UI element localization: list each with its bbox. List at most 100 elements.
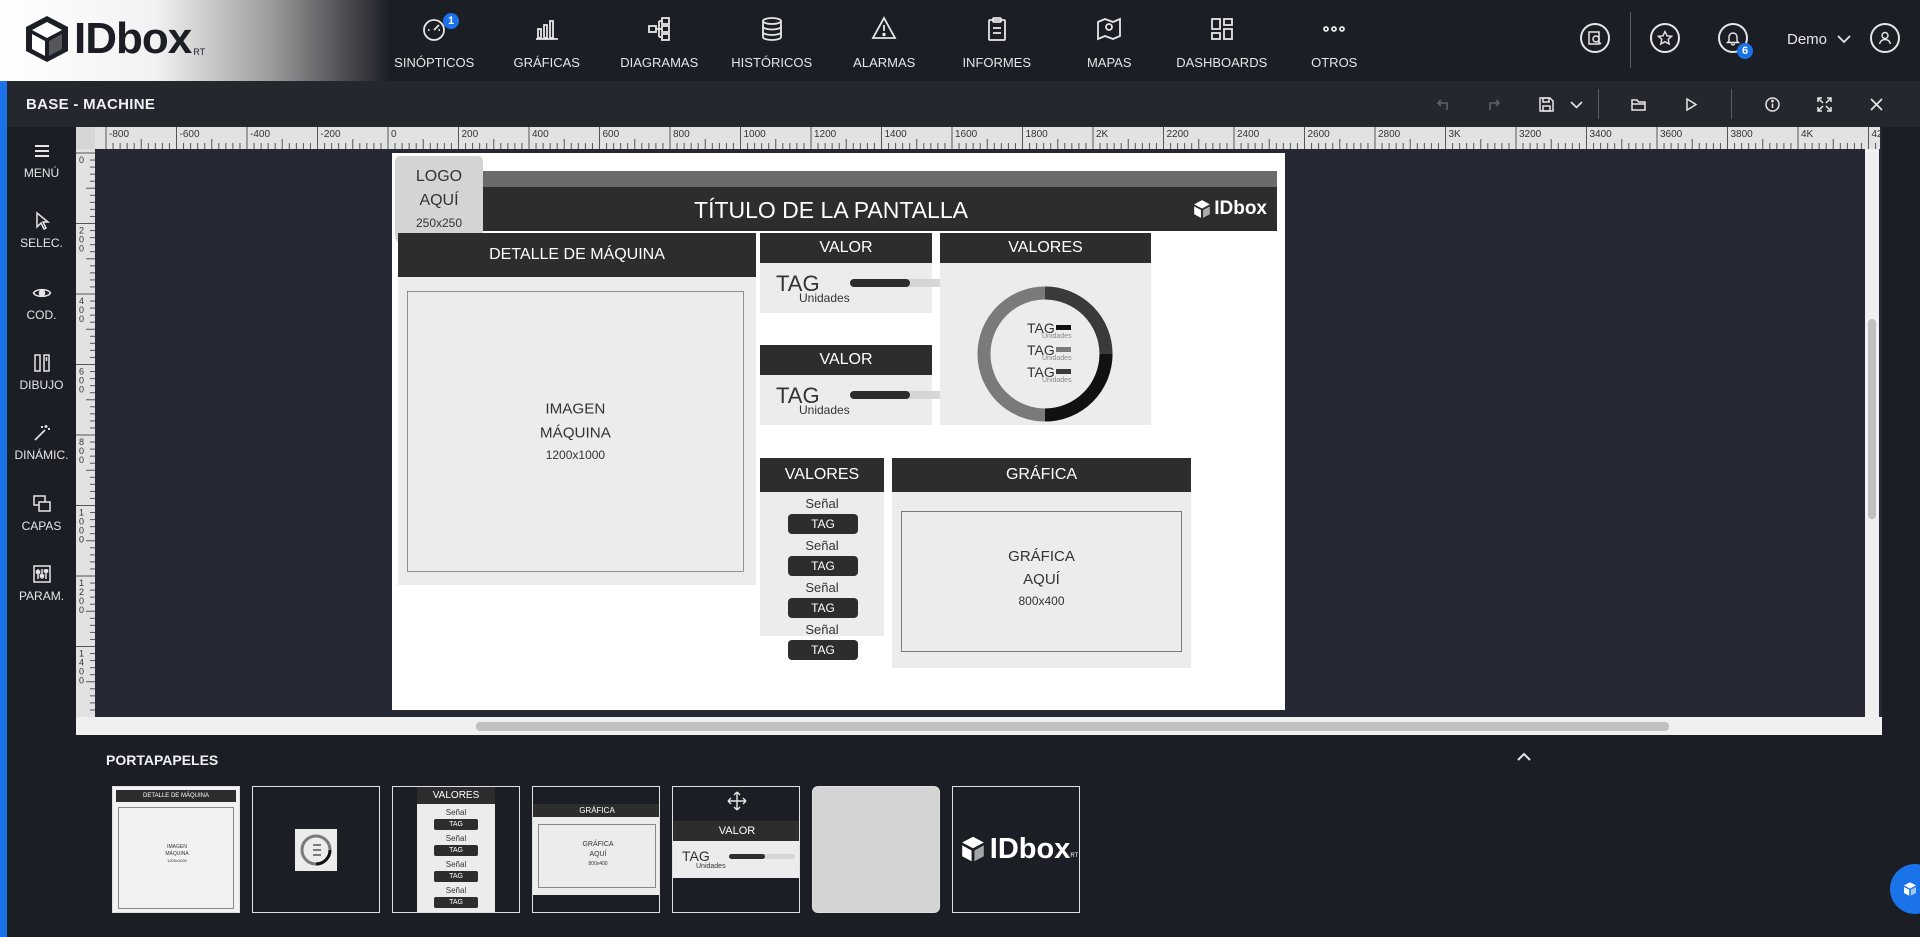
tool-menu[interactable]: MENÚ bbox=[7, 141, 76, 191]
logo-placeholder[interactable]: LOGO AQUÍ 250x250 bbox=[395, 156, 483, 242]
clipboard-item-machine-detail[interactable]: DETALLE DE MÁQUINA IMAGEN MÁQUINA 1200x1… bbox=[112, 786, 240, 913]
machine-image-size: 1200x1000 bbox=[545, 448, 606, 463]
artboard[interactable]: TÍTULO DE LA PANTALLA IDbox LOGO AQUÍ 25… bbox=[392, 153, 1285, 710]
valor-panel-2[interactable]: VALOR TAG Unidades bbox=[760, 345, 954, 425]
nav-graficas[interactable]: GRÁFICAS bbox=[491, 0, 604, 81]
info-button[interactable] bbox=[1761, 93, 1783, 115]
search-screens-button[interactable] bbox=[1580, 23, 1610, 53]
grafica-line1: GRÁFICA bbox=[1008, 548, 1075, 565]
tool-code[interactable]: COD. bbox=[7, 283, 76, 333]
tool-layers[interactable]: CAPAS bbox=[7, 494, 76, 544]
ruler-tick-label: 1600 bbox=[955, 129, 978, 140]
ruler-tick-label: 3200 bbox=[1519, 129, 1542, 140]
save-options-dropdown[interactable] bbox=[1565, 93, 1587, 115]
nav-mapas[interactable]: MAPAS bbox=[1053, 0, 1166, 81]
undo-button[interactable] bbox=[1431, 93, 1453, 115]
machine-image-line1: IMAGEN bbox=[545, 400, 606, 418]
vertical-scroll-thumb[interactable] bbox=[1868, 319, 1876, 519]
play-preview-button[interactable] bbox=[1679, 93, 1701, 115]
valores-donut-header: VALORES bbox=[940, 233, 1151, 263]
ruler-tick-label: 0 bbox=[79, 155, 84, 165]
user-icon bbox=[1878, 31, 1892, 45]
chevron-down-icon[interactable] bbox=[1837, 34, 1851, 44]
mini-brand-suffix: RT bbox=[1070, 853, 1079, 859]
map-icon bbox=[1097, 17, 1122, 41]
search-document-icon bbox=[1588, 31, 1602, 45]
mini-valores-panel: VALORES Señal TAG Señal TAG Señal TAG Se… bbox=[417, 787, 495, 912]
nav-otros[interactable]: OTROS bbox=[1278, 0, 1391, 81]
machine-image-line2: MÁQUINA bbox=[539, 424, 611, 442]
ruler-tick-label: 4K bbox=[1801, 129, 1814, 140]
horizontal-scroll-thumb[interactable] bbox=[476, 722, 1669, 731]
clipboard-item-donut[interactable] bbox=[252, 786, 380, 913]
mini-signal-4: Señal bbox=[445, 886, 467, 895]
logo-area: IDbox RT bbox=[0, 0, 390, 81]
tool-parameters[interactable]: PARAM. bbox=[7, 564, 76, 614]
tag-pill-2: TAG bbox=[788, 556, 858, 576]
idbox-logo[interactable]: IDbox RT bbox=[24, 14, 205, 64]
editor-toolbar: BASE - MACHINE bbox=[7, 81, 1920, 127]
ruler-tick-label: 3800 bbox=[1731, 129, 1754, 140]
mini-donut bbox=[300, 834, 332, 866]
mini-tag-1: TAG bbox=[434, 819, 478, 830]
ruler-tick-label: 0 bbox=[79, 676, 84, 686]
favorites-button[interactable] bbox=[1650, 23, 1680, 53]
nav-dashboards[interactable]: DASHBOARDS bbox=[1166, 0, 1279, 81]
mini-idbox-logo: IDbox RT bbox=[953, 831, 1079, 867]
mini-valor-units: Unidades bbox=[696, 863, 726, 870]
mini-grafica-panel: GRÁFICA GRÁFICA AQUÍ 800x400 bbox=[533, 804, 659, 895]
horizontal-scrollbar[interactable] bbox=[76, 717, 1882, 735]
clipboard-item-idbox-logo[interactable]: IDbox RT bbox=[952, 786, 1080, 913]
valores-donut-panel[interactable]: VALORES TAG Unidades TAG Unidades TAG Un… bbox=[940, 233, 1151, 425]
clipboard-item-valores[interactable]: VALORES Señal TAG Señal TAG Señal TAG Se… bbox=[392, 786, 520, 913]
tool-select[interactable]: SELEC. bbox=[7, 211, 76, 261]
mini-valor-header: VALOR bbox=[673, 821, 799, 841]
mini-tag-2: TAG bbox=[434, 845, 478, 856]
mini-valor-bar-fill bbox=[729, 854, 765, 859]
idbox-cube-icon bbox=[1904, 882, 1916, 896]
tool-dynamic[interactable]: DINÁMIC. bbox=[7, 423, 76, 473]
nav-historicos[interactable]: HISTÓRICOS bbox=[716, 0, 829, 81]
horizontal-ruler: -800 -600 -400 -200 0 200 400 600 800 1000 1200 140… bbox=[95, 127, 1880, 149]
floppy-disk-icon bbox=[1538, 96, 1554, 112]
left-accent-bar bbox=[0, 0, 7, 937]
title-brand-wordmark: IDbox bbox=[1214, 198, 1267, 219]
ruler-tick-label: 0 bbox=[79, 385, 84, 395]
user-name[interactable]: Demo bbox=[1787, 31, 1827, 48]
clipboard-item-grafica[interactable]: GRÁFICA GRÁFICA AQUÍ 800x400 bbox=[532, 786, 660, 913]
expand-arrows-icon bbox=[1816, 96, 1832, 112]
chevron-up-icon[interactable] bbox=[1516, 751, 1532, 763]
grafica-panel[interactable]: GRÁFICA GRÁFICA AQUÍ 800x400 bbox=[892, 458, 1191, 668]
nav-alarmas[interactable]: ALARMAS bbox=[828, 0, 941, 81]
title-bar[interactable]: TÍTULO DE LA PANTALLA IDbox bbox=[471, 187, 1277, 231]
redo-button[interactable] bbox=[1483, 93, 1505, 115]
valor-panel-1[interactable]: VALOR TAG Unidades bbox=[760, 233, 954, 313]
user-profile-button[interactable] bbox=[1870, 23, 1900, 53]
ruler-tick-label: -600 bbox=[180, 129, 200, 140]
editor-canvas[interactable]: -800 -600 -400 -200 0 200 400 600 800 1000 1200 140… bbox=[76, 127, 1882, 735]
valores-list-panel[interactable]: VALORES Señal TAG Señal TAG Señal TAG Se… bbox=[760, 458, 884, 660]
donut-tag-3-swatch bbox=[1056, 369, 1071, 374]
mini-grafica-size: 800x400 bbox=[588, 861, 608, 867]
nav-label: ALARMAS bbox=[853, 55, 916, 70]
save-button[interactable] bbox=[1535, 93, 1557, 115]
nav-diagramas[interactable]: DIAGRAMAS bbox=[603, 0, 716, 81]
tool-drawing[interactable]: DIBUJO bbox=[7, 353, 76, 403]
open-folder-button[interactable] bbox=[1627, 93, 1649, 115]
clipboard-item-logo-placeholder[interactable] bbox=[812, 786, 940, 913]
clipboard-item-valor[interactable]: VALOR TAG Unidades bbox=[672, 786, 800, 913]
nav-informes[interactable]: INFORMES bbox=[941, 0, 1054, 81]
machine-detail-panel[interactable]: DETALLE DE MÁQUINA IMAGEN MÁQUINA 1200x1… bbox=[398, 233, 756, 585]
ruler-tick-label: 0 bbox=[79, 605, 84, 615]
ruler-tick-label: 0 bbox=[79, 314, 84, 324]
ruler-tick-label: 0 bbox=[79, 244, 84, 254]
nav-sinopticos[interactable]: 1 SINÓPTICOS bbox=[378, 0, 491, 81]
clipboard-icon bbox=[987, 17, 1006, 41]
grafica-size: 800x400 bbox=[1018, 594, 1065, 608]
tool-label: CAPAS bbox=[21, 519, 62, 533]
vertical-scrollbar[interactable] bbox=[1865, 149, 1879, 717]
mini-tag-4: TAG bbox=[434, 897, 478, 908]
mini-grafica-box: GRÁFICA AQUÍ 800x400 bbox=[538, 824, 656, 888]
close-editor-button[interactable] bbox=[1865, 93, 1887, 115]
fullscreen-button[interactable] bbox=[1813, 93, 1835, 115]
